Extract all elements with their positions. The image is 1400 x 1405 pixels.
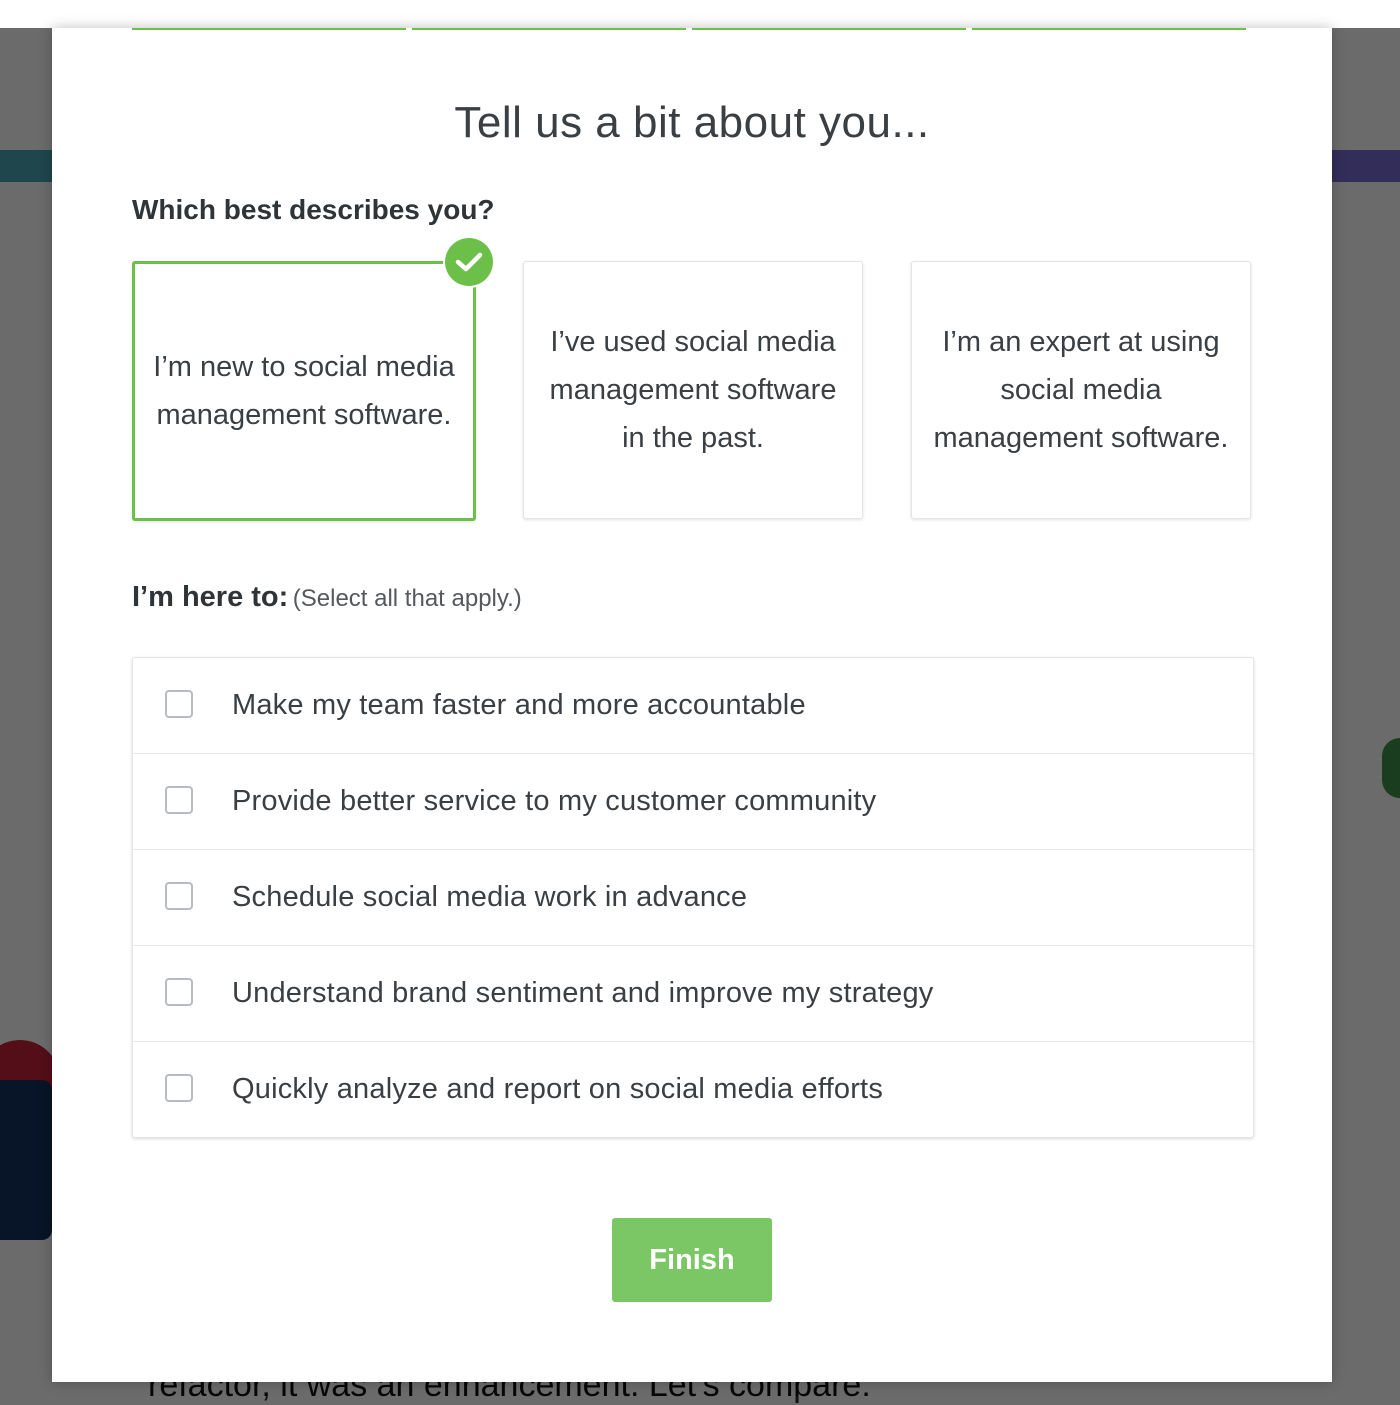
experience-card-label: I’ve used social media management softwa… [549, 326, 837, 454]
goal-option-label: Understand brand sentiment and improve m… [232, 977, 934, 1009]
goal-checkbox[interactable] [165, 786, 193, 814]
describe-question-label: Which best describes you? [132, 194, 495, 225]
experience-card-used[interactable]: I’ve used social media management softwa… [523, 261, 863, 519]
goal-option[interactable]: Make my team faster and more accountable [133, 658, 1253, 754]
progress-segment [132, 28, 406, 30]
goal-checkbox[interactable] [165, 690, 193, 718]
experience-card-expert[interactable]: I’m an expert at using social media mana… [911, 261, 1251, 519]
goals-question-label: I’m here to: (Select all that apply.) [132, 581, 522, 614]
progress-bar [132, 28, 1246, 30]
goal-option-label: Provide better service to my customer co… [232, 785, 877, 817]
finish-button[interactable]: Finish [612, 1218, 772, 1302]
goal-option[interactable]: Schedule social media work in advance [133, 850, 1253, 946]
experience-cards: I’m new to social media management softw… [132, 238, 1254, 521]
goal-checkbox[interactable] [165, 882, 193, 910]
goal-option-label: Make my team faster and more accountable [232, 689, 806, 721]
background-topbar [0, 0, 1400, 28]
goal-checkbox[interactable] [165, 978, 193, 1006]
checkmark-icon [445, 238, 493, 286]
onboarding-modal: Tell us a bit about you... Which best de… [52, 28, 1332, 1382]
goal-option[interactable]: Quickly analyze and report on social med… [133, 1042, 1253, 1137]
goal-option-label: Quickly analyze and report on social med… [232, 1073, 884, 1105]
experience-card-label: I’m an expert at using social media mana… [933, 326, 1229, 454]
goal-option[interactable]: Understand brand sentiment and improve m… [133, 946, 1253, 1042]
experience-card-new[interactable]: I’m new to social media management softw… [132, 238, 493, 521]
modal-title: Tell us a bit about you... [454, 98, 930, 147]
goal-option[interactable]: Provide better service to my customer co… [133, 754, 1253, 850]
progress-segment [692, 28, 966, 30]
progress-segment [972, 28, 1246, 30]
goal-option-label: Schedule social media work in advance [232, 881, 748, 913]
goals-question-note: (Select all that apply.) [292, 585, 522, 612]
goal-checkbox[interactable] [165, 1074, 193, 1102]
goals-question-title: I’m here to: [132, 581, 289, 613]
experience-card-label: I’m new to social media management softw… [153, 351, 455, 431]
goals-checklist: Make my team faster and more accountable… [132, 657, 1254, 1138]
progress-segment [412, 28, 686, 30]
